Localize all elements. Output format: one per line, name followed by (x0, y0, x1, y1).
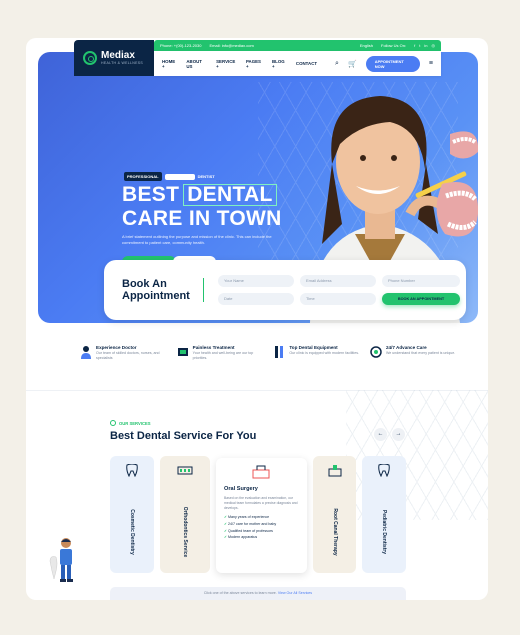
service-card[interactable]: Root Canal Therapy (313, 456, 356, 573)
email-field[interactable]: Email Address (300, 275, 376, 287)
hero-description: A brief statement outlining the purpose … (122, 234, 272, 245)
logo-icon (83, 51, 97, 65)
view-all-services-link[interactable]: View Our All Services (278, 591, 312, 595)
equipment-icon (275, 346, 284, 358)
services-tag: OUR SERVICES (110, 420, 151, 426)
nav-service[interactable]: SERVICE + (216, 59, 237, 69)
date-field[interactable]: Date (218, 293, 294, 305)
booking-form: Book An Appointment Your Name Email Addr… (104, 260, 466, 320)
nav-pages[interactable]: PAGES + (246, 59, 263, 69)
book-appointment-button[interactable]: BOOK AN APPOINTMENT (382, 293, 460, 305)
feature-item: 24/7 Advance Care We understand that ever… (370, 345, 460, 361)
nav-blog[interactable]: BLOG + (272, 59, 287, 69)
hero-title: BEST DENTAL (122, 183, 277, 207)
service-card-featured[interactable]: Oral Surgery Based on the evaluation and… (216, 458, 307, 573)
feature-item: Painless Treatment Your health and well-b… (177, 345, 267, 361)
root-canal-icon (328, 465, 341, 477)
nav-contact[interactable]: CONTACT (296, 61, 317, 66)
search-icon[interactable]: ⌕ (335, 60, 339, 68)
booking-title: Book An Appointment (104, 278, 204, 302)
time-field[interactable]: Time (300, 293, 376, 305)
page-frame: PROFESSIONAL DENTIST BEST DENTAL CARE IN… (26, 38, 488, 600)
doctor-icon (81, 346, 91, 359)
main-navbar: Mediax HEALTH & WELLNESS HOME + ABOUT US… (74, 40, 441, 76)
site-logo[interactable]: Mediax HEALTH & WELLNESS (74, 40, 154, 76)
appointment-button[interactable]: APPOINTMENT NOW (365, 55, 420, 72)
nav-home[interactable]: HOME + (162, 59, 177, 69)
treatment-icon (177, 348, 188, 356)
tooth-icon (126, 464, 138, 477)
cart-icon[interactable]: 🛒 (348, 60, 357, 68)
hero-title-line2: CARE IN TOWN (122, 207, 282, 230)
next-arrow-button[interactable]: → (392, 428, 405, 441)
nav-about[interactable]: ABOUT US (186, 59, 207, 69)
nav-menu: HOME + ABOUT US SERVICE + PAGES + BLOG +… (154, 51, 441, 76)
phone-field[interactable]: Phone Number (382, 275, 460, 287)
name-field[interactable]: Your Name (218, 275, 294, 287)
services-title: Best Dental Service For You (110, 430, 257, 442)
service-card[interactable]: Cosmetic Dentistry (110, 456, 154, 573)
support-icon (370, 346, 382, 358)
doctor-mascot-image (49, 538, 73, 582)
braces-icon (177, 466, 193, 475)
service-card[interactable]: Pediatric Dentistry (362, 456, 406, 573)
tooth-icon (378, 464, 390, 477)
prev-arrow-button[interactable]: ← (374, 428, 387, 441)
feature-item: Top Dental Equipment Our clinic is equipp… (273, 345, 363, 361)
service-card[interactable]: Orthodontics Service (160, 456, 210, 573)
features-row: Experience Doctor Our team of skilled doc… (80, 345, 460, 361)
hamburger-menu-icon[interactable]: ≡ (429, 60, 433, 67)
feature-item: Experience Doctor Our team of skilled doc… (80, 345, 170, 361)
surgery-icon (252, 465, 270, 479)
hero-badge: PROFESSIONAL DENTIST (124, 172, 215, 181)
services-footnote: Click one of the above services to learn… (110, 587, 406, 600)
